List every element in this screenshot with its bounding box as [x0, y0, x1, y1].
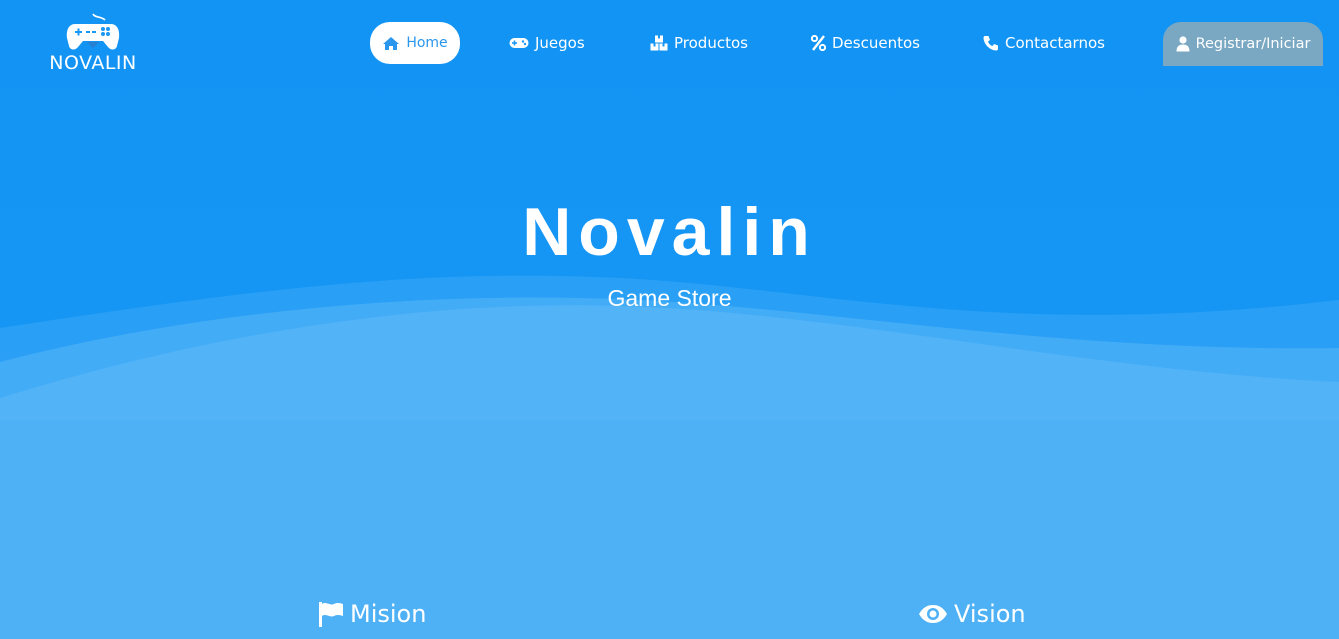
vision-label: Vision — [954, 600, 1026, 628]
eye-icon — [919, 605, 947, 623]
nav-item-label: Descuentos — [832, 34, 920, 52]
hero-background — [0, 0, 1339, 639]
main-nav: Home Juegos Productos Descuentos Contact… — [0, 22, 1339, 66]
flag-icon — [319, 602, 343, 627]
percent-icon — [811, 35, 826, 51]
nav-item-productos[interactable]: Productos — [650, 22, 748, 64]
nav-item-home[interactable]: Home — [370, 22, 460, 64]
hero-title: Novalin — [522, 194, 817, 270]
gamepad-icon — [509, 38, 529, 48]
nav-item-label: Home — [406, 35, 448, 51]
nav-item-label: Juegos — [535, 34, 585, 52]
register-login-label: Registrar/Iniciar — [1195, 36, 1311, 52]
phone-icon — [983, 36, 998, 51]
nav-item-label: Contactarnos — [1005, 34, 1105, 52]
hero-subtitle: Game Store — [607, 285, 732, 311]
nav-item-descuentos[interactable]: Descuentos — [811, 22, 920, 64]
user-icon — [1176, 36, 1190, 52]
mision-label: Mision — [350, 600, 427, 628]
nav-item-juegos[interactable]: Juegos — [509, 22, 585, 64]
home-icon — [383, 36, 400, 50]
register-login-button[interactable]: Registrar/Iniciar — [1163, 22, 1323, 66]
mision-heading: Mision — [318, 598, 426, 630]
vision-heading: Vision — [918, 598, 1026, 630]
nav-item-contactarnos[interactable]: Contactarnos — [983, 22, 1105, 64]
nav-item-label: Productos — [674, 34, 748, 52]
boxes-icon — [650, 35, 668, 51]
